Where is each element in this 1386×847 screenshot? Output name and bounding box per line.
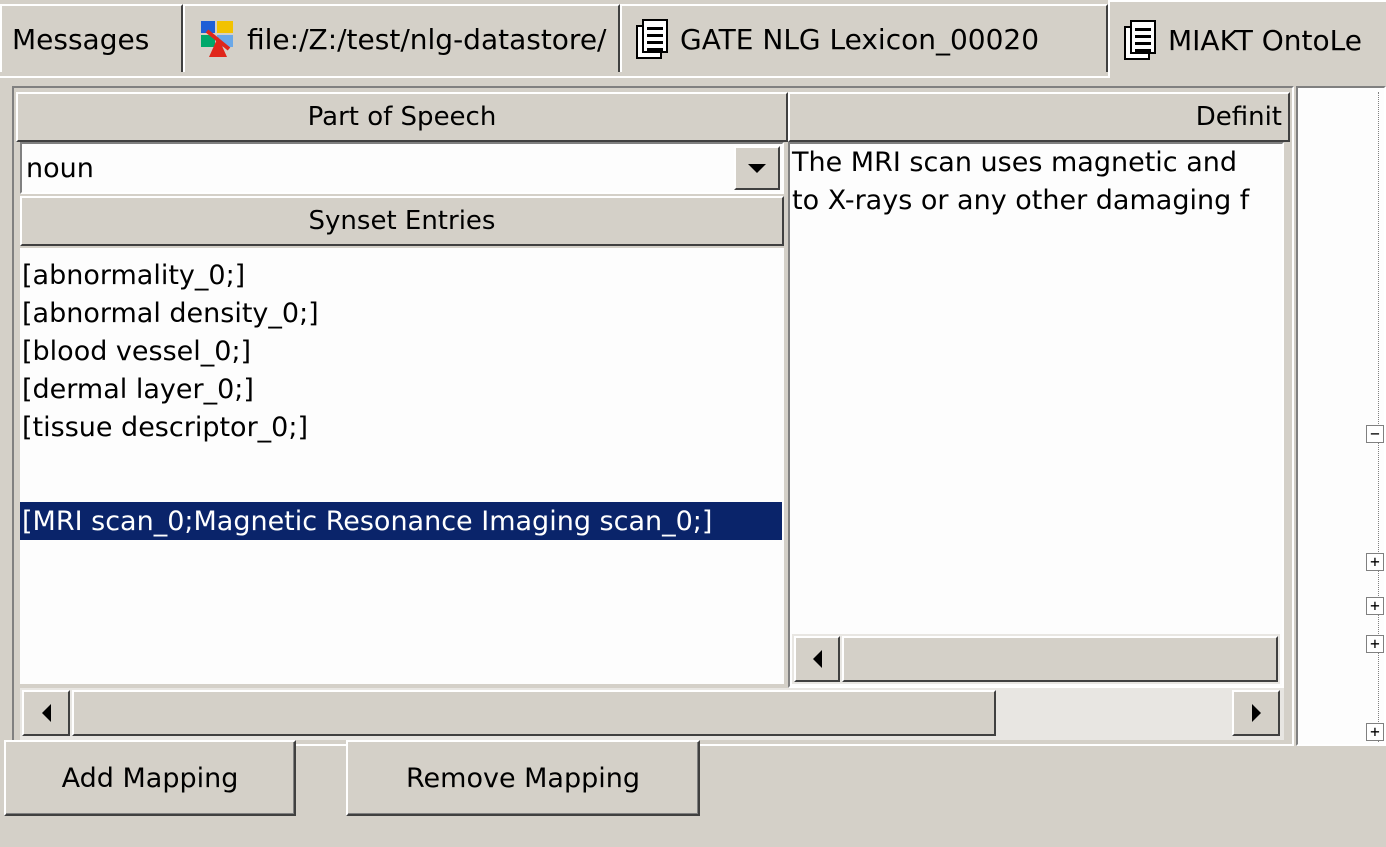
- scroll-left-button[interactable]: [794, 636, 840, 682]
- pos-combobox[interactable]: noun: [20, 142, 784, 194]
- tab-messages[interactable]: Messages: [0, 4, 183, 72]
- tab-label: file:/Z:/test/nlg-datastore/: [247, 22, 607, 56]
- arrow-right-icon: [1251, 704, 1261, 722]
- collapse-icon[interactable]: −: [1366, 425, 1384, 443]
- pos-column-header: Part of Speech: [16, 92, 788, 142]
- definition-column-header: Definit: [788, 92, 1290, 142]
- add-mapping-button[interactable]: Add Mapping: [4, 740, 296, 816]
- pos-header-label: Part of Speech: [307, 102, 497, 132]
- datastore-icon: [199, 19, 237, 59]
- list-item[interactable]: [abnormality_0;]: [20, 256, 245, 294]
- pos-dropdown-button[interactable]: [734, 146, 780, 190]
- definition-textarea[interactable]: The MRI scan uses magnetic and to X-rays…: [788, 142, 1284, 688]
- remove-mapping-button[interactable]: Remove Mapping: [346, 740, 700, 816]
- scroll-thumb[interactable]: [72, 690, 996, 736]
- synset-column-header: Synset Entries: [20, 196, 784, 246]
- tab-label: Messages: [12, 22, 150, 56]
- pos-combobox-value: noun: [26, 152, 94, 184]
- list-item[interactable]: [abnormal density_0;]: [20, 294, 319, 332]
- synset-list[interactable]: [abnormality_0;] [abnormal density_0;] […: [20, 248, 784, 684]
- list-item[interactable]: [dermal layer_0;]: [20, 370, 254, 408]
- arrow-left-icon: [812, 650, 822, 668]
- synset-header-label: Synset Entries: [308, 206, 496, 236]
- document-icon: [1124, 20, 1158, 60]
- document-icon: [636, 19, 670, 59]
- list-item[interactable]: [blood vessel_0;]: [20, 332, 251, 370]
- expand-icon[interactable]: +: [1366, 635, 1384, 653]
- tab-label: MIAKT OntoLe: [1168, 23, 1362, 57]
- chevron-down-icon: [748, 163, 766, 173]
- expand-icon[interactable]: +: [1366, 553, 1384, 571]
- arrow-left-icon: [41, 704, 51, 722]
- list-item-selected[interactable]: [MRI scan_0;Magnetic Resonance Imaging s…: [20, 502, 782, 540]
- add-mapping-label: Add Mapping: [61, 762, 239, 794]
- tab-nlg-lexicon[interactable]: GATE NLG Lexicon_00020: [620, 4, 1108, 72]
- list-item[interactable]: [tissue descriptor_0;]: [20, 408, 308, 446]
- definition-line: The MRI scan uses magnetic and: [792, 147, 1238, 178]
- expand-icon[interactable]: +: [1366, 723, 1384, 741]
- scroll-left-button[interactable]: [22, 690, 70, 736]
- tab-miakt-ontolexicon[interactable]: MIAKT OntoLe: [1108, 0, 1386, 78]
- tab-strip: Messages file:/Z:/test/nlg-datastore/ GA…: [0, 0, 1386, 78]
- definition-header-label: Definit: [1195, 102, 1282, 132]
- definition-horizontal-scrollbar[interactable]: [792, 634, 1280, 684]
- definition-line: to X-rays or any other damaging f: [792, 185, 1250, 216]
- synset-horizontal-scrollbar[interactable]: [20, 688, 1284, 740]
- remove-mapping-label: Remove Mapping: [405, 762, 641, 794]
- scroll-thumb[interactable]: [842, 636, 1278, 682]
- expand-icon[interactable]: +: [1366, 597, 1384, 615]
- scroll-right-button[interactable]: [1232, 690, 1280, 736]
- tab-label: GATE NLG Lexicon_00020: [680, 22, 1040, 56]
- tab-datastore[interactable]: file:/Z:/test/nlg-datastore/: [183, 4, 620, 72]
